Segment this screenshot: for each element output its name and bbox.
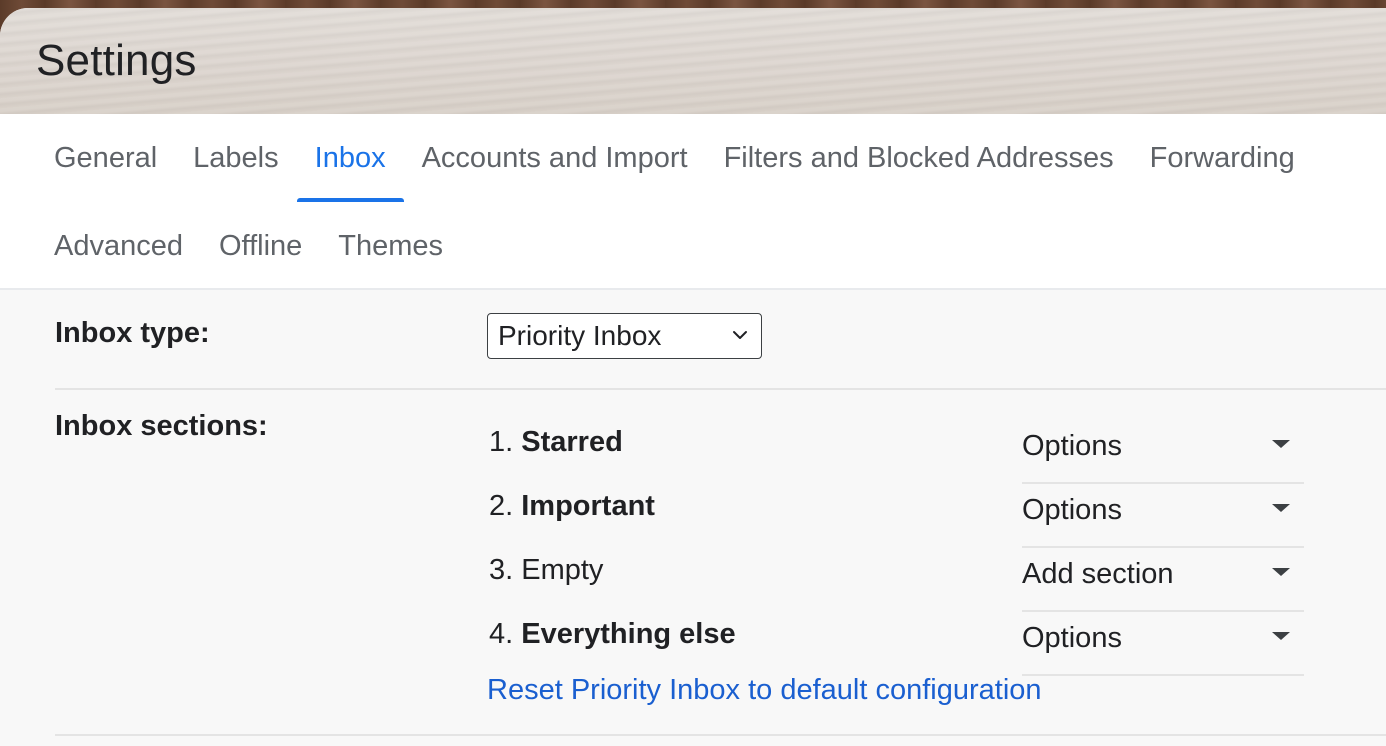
section-options-dropdown[interactable]: Options [1022, 422, 1304, 484]
inbox-type-label: Inbox type: [55, 317, 210, 349]
caret-down-icon [1272, 504, 1290, 512]
section-name: Everything else [521, 618, 736, 650]
section-options-dropdown[interactable]: Options [1022, 486, 1304, 548]
inbox-section-item: 4. Everything else [489, 618, 736, 651]
section-options-label: Options [1022, 622, 1122, 654]
caret-down-icon [1272, 440, 1290, 448]
inbox-settings-content: Inbox type: Priority Inbox Inbox section… [0, 290, 1386, 746]
tab-row-2: Advanced Offline Themes [36, 202, 461, 290]
inbox-section-item: 2. Important [489, 490, 655, 523]
reset-priority-inbox-link[interactable]: Reset Priority Inbox to default configur… [487, 674, 1042, 707]
page-title: Settings [36, 36, 197, 85]
tab-filters-and-blocked-addresses[interactable]: Filters and Blocked Addresses [706, 114, 1132, 202]
section-options-label: Options [1022, 494, 1122, 526]
inbox-type-select[interactable]: Priority Inbox [487, 313, 762, 359]
settings-window: Settings General Labels Inbox Accounts a… [0, 8, 1386, 746]
section-divider [55, 388, 1386, 390]
tab-inbox[interactable]: Inbox [296, 114, 404, 202]
section-name: Important [521, 490, 655, 522]
caret-down-icon [1272, 568, 1290, 576]
tab-forwarding[interactable]: Forwarding [1132, 114, 1313, 202]
tab-general[interactable]: General [36, 114, 175, 202]
tab-advanced[interactable]: Advanced [36, 202, 201, 290]
tab-accounts-and-import[interactable]: Accounts and Import [404, 114, 706, 202]
tab-labels[interactable]: Labels [175, 114, 296, 202]
section-number: 2. [489, 490, 522, 522]
caret-down-icon [1272, 632, 1290, 640]
section-number: 4. [489, 618, 522, 650]
section-options-label: Options [1022, 430, 1122, 462]
section-name: Empty [521, 554, 604, 586]
inbox-section-item: 1. Starred [489, 426, 623, 459]
settings-tabs: General Labels Inbox Accounts and Import… [0, 114, 1386, 290]
settings-header: Settings [0, 8, 1386, 114]
chevron-down-icon [733, 331, 747, 339]
tab-row-1: General Labels Inbox Accounts and Import… [36, 114, 1313, 202]
section-number: 3. [489, 554, 522, 586]
section-name: Starred [521, 426, 623, 458]
section-number: 1. [489, 426, 522, 458]
inbox-type-selected-value: Priority Inbox [498, 320, 662, 351]
tab-themes[interactable]: Themes [320, 202, 461, 290]
tab-offline[interactable]: Offline [201, 202, 320, 290]
inbox-sections-label: Inbox sections: [55, 410, 268, 442]
inbox-section-item: 3. Empty [489, 554, 603, 587]
add-section-dropdown[interactable]: Add section [1022, 550, 1304, 612]
section-divider [55, 734, 1386, 736]
add-section-label: Add section [1022, 558, 1174, 590]
section-options-dropdown[interactable]: Options [1022, 614, 1304, 676]
